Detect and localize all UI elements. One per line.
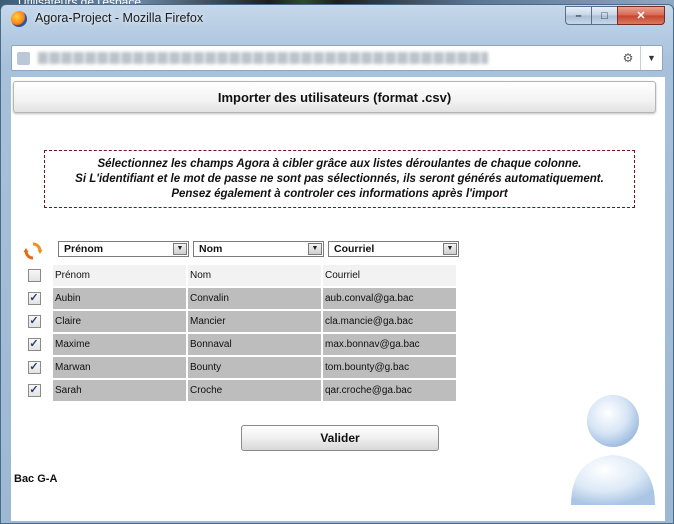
chevron-down-icon: ▼ [443,243,457,255]
notice-line: Pensez également à controler ces informa… [171,188,508,200]
table-cell: Bounty [188,357,321,378]
select-all-checkbox[interactable] [27,269,41,282]
url-dropdown-icon[interactable]: ▼ [640,46,662,70]
column-header: Nom [188,265,321,286]
table-cell: Convalin [188,288,321,309]
table-row: ✓ Aubin Convalin aub.conval@ga.bac [17,288,456,309]
table-cell: Maxime [53,334,186,355]
column-header: Prénom [53,265,186,286]
row-checkbox[interactable]: ✓ [27,361,41,374]
column-select-value: Courriel [334,243,375,255]
import-table: Prénom Nom Courriel ✓ Aubin Convalin aub… [15,263,458,403]
page-header: Importer des utilisateurs (format .csv) [13,81,656,113]
column-select-3[interactable]: Courriel ▼ [328,241,459,257]
column-select-1[interactable]: Prénom ▼ [58,241,189,257]
table-cell: Aubin [53,288,186,309]
row-checkbox[interactable]: ✓ [27,338,41,351]
favicon-icon [17,52,30,65]
chevron-down-icon: ▼ [173,243,187,255]
page-title: Importer des utilisateurs (format .csv) [217,89,452,105]
url-text-blurred[interactable] [38,52,488,64]
table-cell: Bonnaval [188,334,321,355]
table-cell: qar.croche@ga.bac [323,380,456,401]
browser-window: Agora-Project - Mozilla Firefox – □ ✕ ⚙ … [0,4,674,524]
row-checkbox[interactable]: ✓ [27,315,41,328]
column-select-value: Prénom [64,243,104,255]
table-header-row: Prénom Nom Courriel [17,265,456,286]
page-content: Importer des utilisateurs (format .csv) … [11,77,665,521]
table-row: ✓ Marwan Bounty tom.bounty@g.bac [17,357,456,378]
notice-line: Si L'identifiant et le mot de passe ne s… [75,173,604,185]
maximize-button[interactable]: □ [591,6,618,25]
column-select-value: Nom [199,243,223,255]
window-title: Agora-Project - Mozilla Firefox [35,11,204,25]
table-cell: tom.bounty@g.bac [323,357,456,378]
table-cell: Sarah [53,380,186,401]
minimize-button[interactable]: – [565,6,592,25]
instructions-notice: Sélectionnez les champs Agora à cibler g… [44,150,635,208]
column-select-2[interactable]: Nom ▼ [193,241,324,257]
row-checkbox[interactable]: ✓ [27,292,41,305]
table-cell: Marwan [53,357,186,378]
table-row: ✓ Maxime Bonnaval max.bonnav@ga.bac [17,334,456,355]
table-cell: max.bonnav@ga.bac [323,334,456,355]
validate-button[interactable]: Valider [241,425,439,451]
refresh-icon[interactable] [23,241,43,261]
chevron-down-icon: ▼ [308,243,322,255]
footer-label: Bac G-A [14,473,58,485]
close-button[interactable]: ✕ [617,6,665,25]
table-cell: Croche [188,380,321,401]
table-row: ✓ Sarah Croche qar.croche@ga.bac [17,380,456,401]
addon-icon[interactable]: ⚙ [620,52,636,65]
table-cell: Mancier [188,311,321,332]
notice-line: Sélectionnez les champs Agora à cibler g… [97,158,582,170]
firefox-icon[interactable] [11,11,27,27]
row-checkbox[interactable]: ✓ [27,384,41,397]
user-icon [571,395,655,505]
url-bar[interactable]: ⚙ ▼ [11,45,663,71]
title-bar[interactable]: Agora-Project - Mozilla Firefox – □ ✕ [1,5,673,35]
table-cell: Claire [53,311,186,332]
table-cell: cla.mancie@ga.bac [323,311,456,332]
table-cell: aub.conval@ga.bac [323,288,456,309]
column-header: Courriel [323,265,456,286]
table-row: ✓ Claire Mancier cla.mancie@ga.bac [17,311,456,332]
